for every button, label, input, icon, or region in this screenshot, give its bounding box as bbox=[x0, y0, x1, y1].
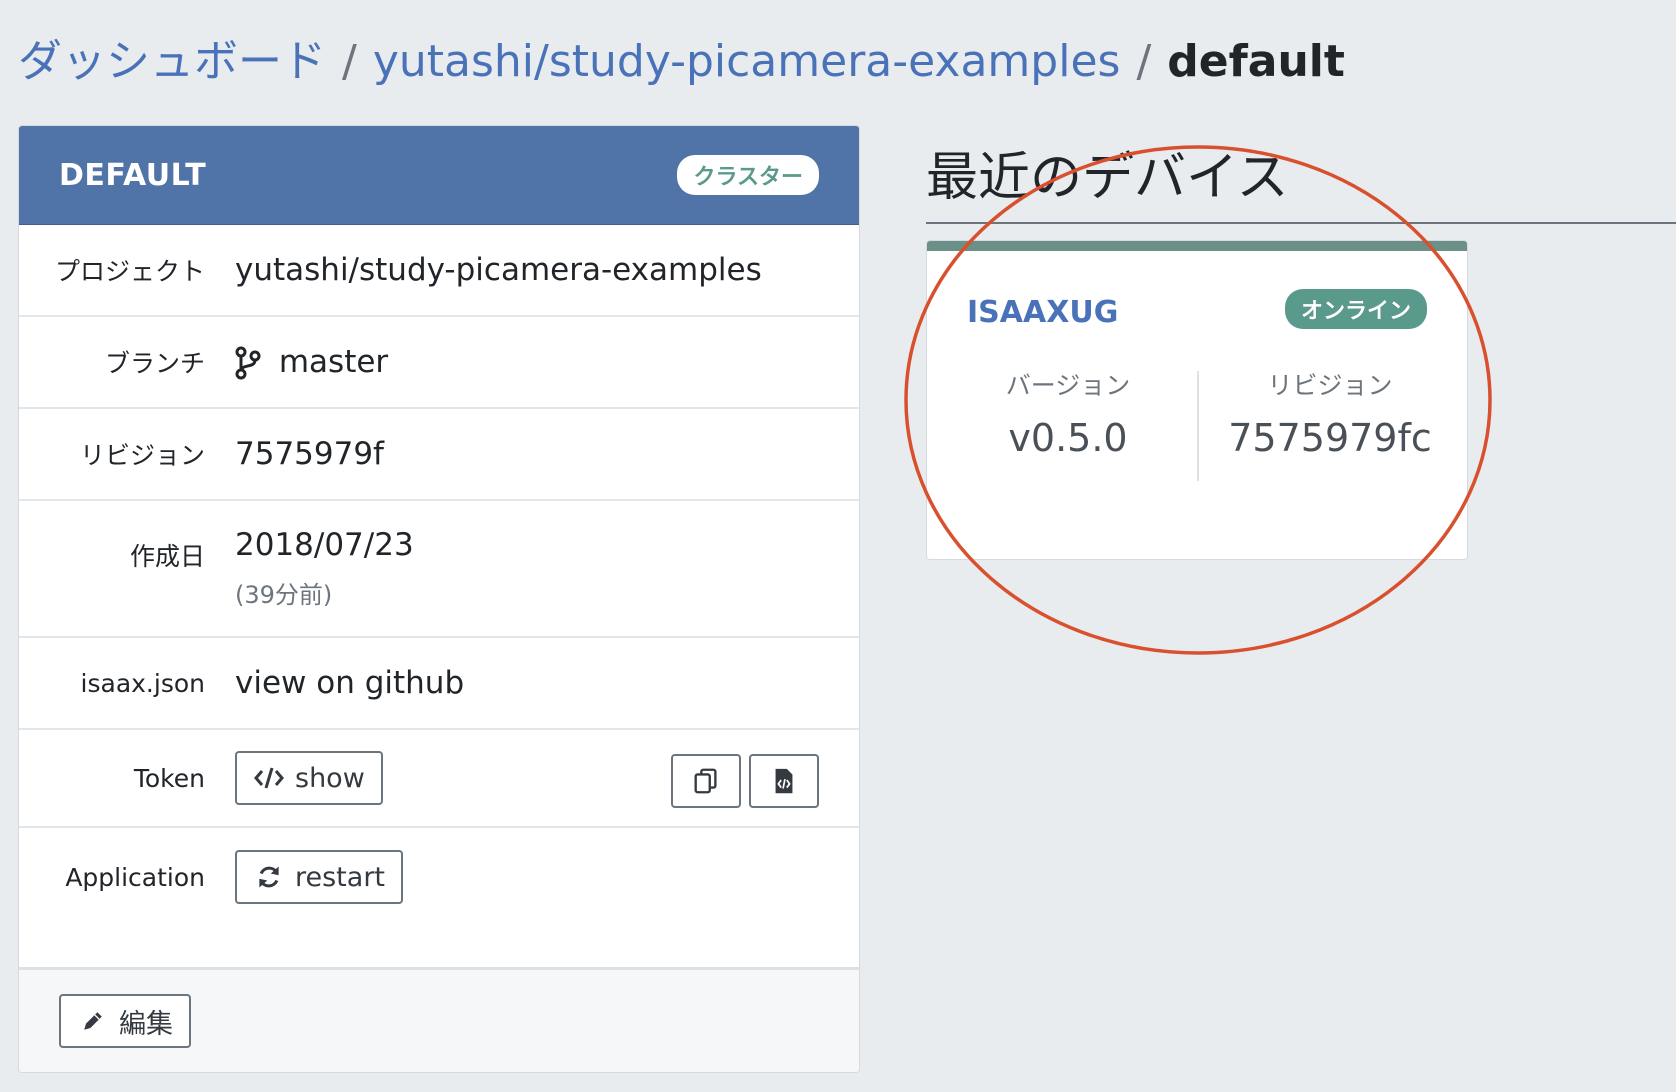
created-label: 作成日 bbox=[129, 542, 205, 571]
revision-label: リビジョン bbox=[79, 441, 205, 470]
breadcrumb-current: default bbox=[1167, 36, 1345, 87]
version-value: v0.5.0 bbox=[1008, 416, 1128, 460]
download-token-button[interactable] bbox=[749, 754, 819, 808]
created-row: 作成日 2018/07/23 (39分前) bbox=[19, 501, 859, 638]
created-relative: (39分前) bbox=[235, 581, 333, 609]
token-label: Token bbox=[133, 763, 205, 793]
git-branch-icon bbox=[235, 346, 261, 380]
file-code-icon bbox=[775, 768, 793, 794]
edit-label: 編集 bbox=[119, 1008, 173, 1040]
branch-label: ブランチ bbox=[104, 349, 205, 378]
branch-value: master bbox=[278, 343, 389, 380]
cluster-panel: DEFAULT クラスター プロジェクト yutashi/study-picam… bbox=[18, 125, 860, 1073]
show-token-label: show bbox=[295, 762, 365, 794]
breadcrumb-separator: / bbox=[342, 36, 357, 87]
branch-value-wrap: master bbox=[235, 344, 388, 381]
breadcrumb: ダッシュボード / yutashi/study-picamera-example… bbox=[18, 32, 1345, 92]
cluster-title: DEFAULT bbox=[59, 157, 207, 193]
device-revision-stat: リビジョン 7575979fc bbox=[1199, 366, 1461, 460]
created-date: 2018/07/23 bbox=[235, 527, 414, 563]
isaax-json-row: isaax.json view on github bbox=[19, 638, 859, 730]
device-revision-label: リビジョン bbox=[1267, 371, 1393, 400]
device-status-bar bbox=[927, 241, 1467, 251]
revision-row: リビジョン 7575979f bbox=[19, 409, 859, 501]
project-label: プロジェクト bbox=[54, 257, 205, 286]
cluster-panel-header: DEFAULT クラスター bbox=[19, 126, 859, 225]
recent-devices-divider bbox=[926, 222, 1676, 224]
cluster-badge: クラスター bbox=[677, 155, 819, 195]
device-revision-value: 7575979fc bbox=[1228, 416, 1432, 460]
online-status-badge: オンライン bbox=[1284, 289, 1427, 329]
version-label: バージョン bbox=[1005, 371, 1131, 400]
edit-button[interactable]: 編集 bbox=[59, 994, 191, 1048]
pencil-icon bbox=[84, 1012, 102, 1030]
copy-icon bbox=[694, 768, 717, 794]
restart-button[interactable]: restart bbox=[235, 850, 404, 904]
application-row: Application restart bbox=[19, 828, 859, 926]
created-values: 2018/07/23 (39分前) bbox=[235, 527, 414, 610]
token-actions bbox=[671, 754, 819, 808]
device-name-link[interactable]: ISAAXUG bbox=[967, 295, 1118, 330]
breadcrumb-dashboard-link[interactable]: ダッシュボード bbox=[18, 32, 326, 92]
breadcrumb-project-link[interactable]: yutashi/study-picamera-examples bbox=[373, 32, 1121, 92]
project-row: プロジェクト yutashi/study-picamera-examples bbox=[19, 225, 859, 317]
device-version-stat: バージョン v0.5.0 bbox=[937, 366, 1199, 460]
copy-token-button[interactable] bbox=[671, 754, 741, 808]
application-label: Application bbox=[65, 862, 205, 892]
recent-devices-title: 最近のデバイス bbox=[926, 148, 1289, 208]
token-row: Token show bbox=[19, 730, 859, 828]
project-link[interactable]: yutashi/study-picamera-examples bbox=[235, 252, 762, 288]
revision-value: 7575979f bbox=[235, 436, 384, 472]
code-icon bbox=[254, 767, 284, 789]
branch-row: ブランチ master bbox=[19, 317, 859, 409]
refresh-icon bbox=[259, 866, 279, 888]
view-on-github-link[interactable]: view on github bbox=[235, 665, 464, 701]
device-card[interactable]: ISAAXUG オンライン バージョン v0.5.0 リビジョン 7575979… bbox=[926, 240, 1468, 560]
restart-label: restart bbox=[295, 861, 386, 893]
isaax-json-label: isaax.json bbox=[80, 668, 205, 698]
show-token-button[interactable]: show bbox=[235, 751, 383, 805]
breadcrumb-separator: / bbox=[1136, 36, 1152, 87]
cluster-panel-footer: 編集 bbox=[19, 967, 859, 1072]
